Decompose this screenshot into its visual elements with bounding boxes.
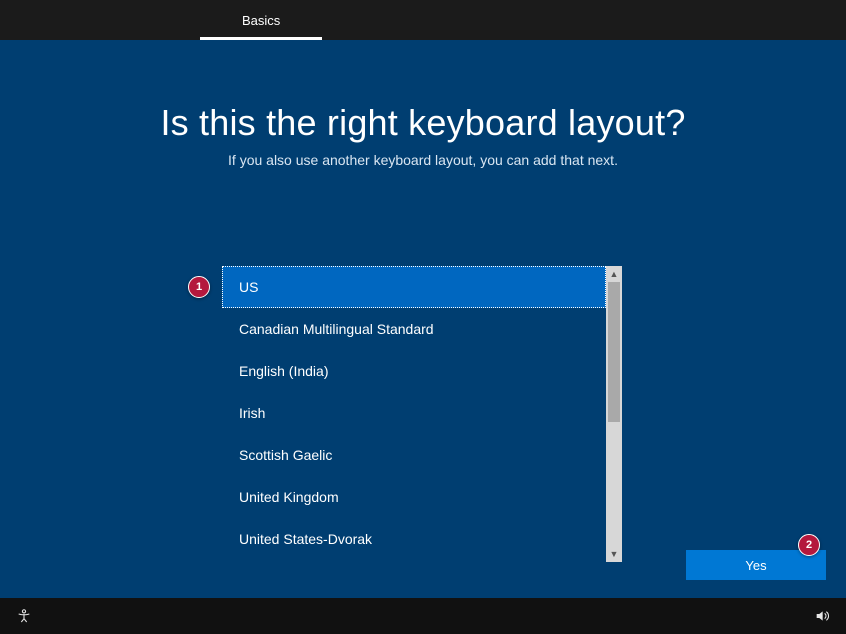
list-item[interactable]: Scottish Gaelic [222, 434, 606, 476]
list-item-label: US [239, 279, 258, 295]
chevron-up-icon: ▲ [610, 269, 619, 279]
yes-button-label: Yes [745, 558, 766, 573]
page-subtitle: If you also use another keyboard layout,… [0, 152, 846, 168]
volume-icon[interactable] [814, 608, 830, 624]
keyboard-layout-list[interactable]: US Canadian Multilingual Standard Englis… [222, 266, 606, 562]
list-item[interactable]: United States-Dvorak [222, 518, 606, 560]
keyboard-layout-listwrap: US Canadian Multilingual Standard Englis… [222, 266, 622, 562]
tab-bar: Basics [0, 0, 846, 40]
scrollbar[interactable]: ▲ ▼ [606, 266, 622, 562]
list-item[interactable]: US [222, 266, 606, 308]
list-item-label: Scottish Gaelic [239, 447, 332, 463]
chevron-down-icon: ▼ [610, 549, 619, 559]
list-item-label: English (India) [239, 363, 329, 379]
scroll-thumb[interactable] [608, 282, 620, 422]
oobe-stage: Is this the right keyboard layout? If yo… [0, 40, 846, 598]
ease-of-access-icon[interactable] [16, 608, 32, 624]
annotation-badge-1: 1 [188, 276, 210, 298]
tab-basics-label: Basics [242, 13, 280, 28]
scroll-down-button[interactable]: ▼ [606, 546, 622, 562]
list-item-label: United States-Dvorak [239, 531, 372, 547]
list-item[interactable]: United Kingdom [222, 476, 606, 518]
list-item[interactable]: English (India) [222, 350, 606, 392]
scroll-up-button[interactable]: ▲ [606, 266, 622, 282]
annotation-badge-1-label: 1 [196, 281, 202, 293]
list-item[interactable]: Canadian Multilingual Standard [222, 308, 606, 350]
taskbar [0, 598, 846, 634]
list-item[interactable]: Irish [222, 392, 606, 434]
page-title: Is this the right keyboard layout? [0, 40, 846, 144]
list-item-label: United Kingdom [239, 489, 339, 505]
annotation-badge-2-label: 2 [806, 539, 812, 551]
tab-basics[interactable]: Basics [200, 0, 322, 40]
list-item-label: Canadian Multilingual Standard [239, 321, 434, 337]
list-item-label: Irish [239, 405, 265, 421]
annotation-badge-2: 2 [798, 534, 820, 556]
